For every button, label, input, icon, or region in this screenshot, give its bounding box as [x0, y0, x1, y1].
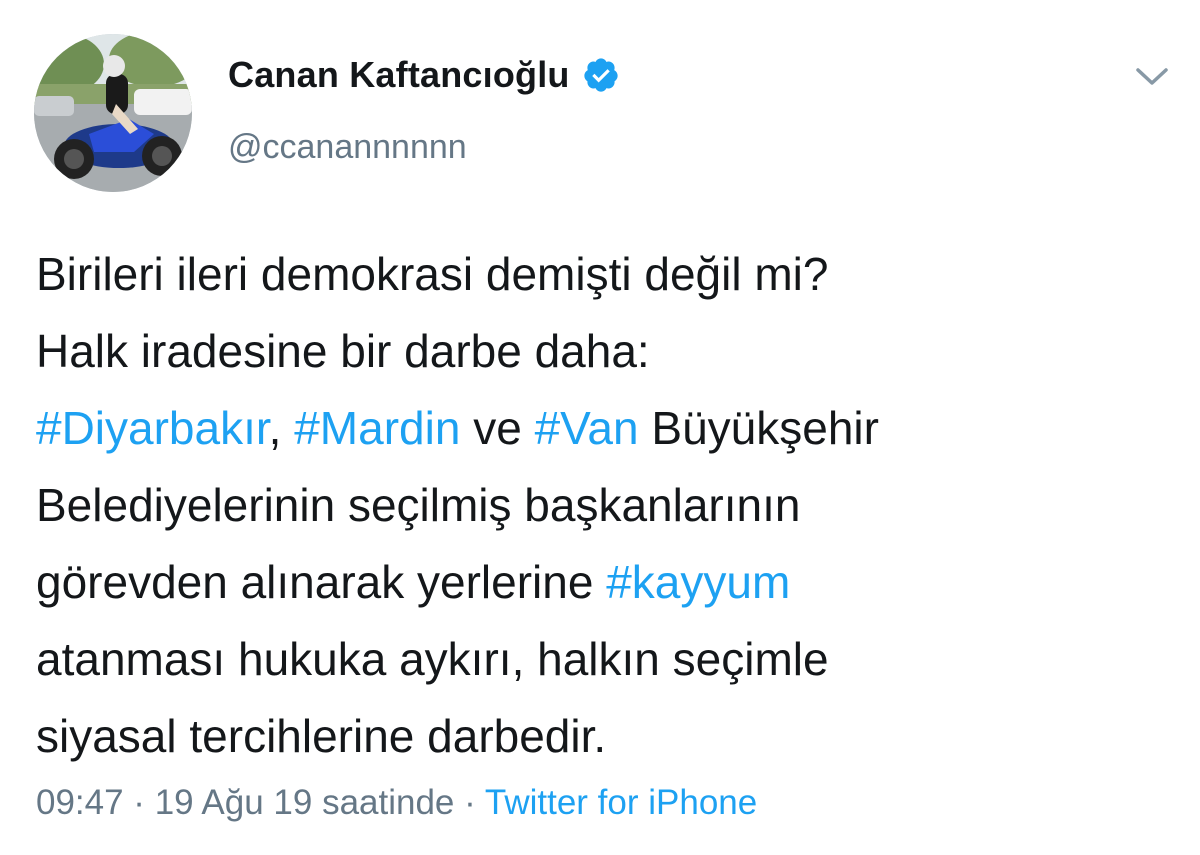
text-segment: Belediyelerinin seçilmiş başkanlarının [36, 479, 801, 531]
hashtag-van[interactable]: #Van [535, 402, 639, 454]
text-segment: , [268, 402, 295, 454]
tweet-line: görevden alınarak yerlerine #kayyum [36, 544, 1176, 621]
hashtag-kayyum[interactable]: #kayyum [606, 556, 790, 608]
hashtag-diyarbakir[interactable]: #Diyarbakır [36, 402, 269, 454]
text-segment: ve [460, 402, 535, 454]
tweet-line: Birileri ileri demokrasi demişti değil m… [36, 236, 1176, 313]
hashtag-mardin[interactable]: #Mardin [294, 402, 460, 454]
tweet-line: #Diyarbakır, #Mardin ve #Van Büyükşehir [36, 390, 1176, 467]
tweet-line: Belediyelerinin seçilmiş başkanlarının [36, 467, 1176, 544]
author-handle[interactable]: @ccanannnnnn [228, 128, 467, 167]
tweet-line: atanması hukuka aykırı, halkın seçimle [36, 621, 1176, 698]
tweet-source-link[interactable]: Twitter for iPhone [485, 783, 757, 822]
tweet-meta: 09:47 · 19 Ağu 19 saatinde · Twitter for… [36, 783, 757, 823]
text-segment: görevden alınarak yerlerine [36, 556, 607, 608]
text-segment: Büyükşehir [638, 402, 879, 454]
tweet-card: Canan Kaftancıoğlu @ccanannnnnn Birileri… [0, 0, 1200, 855]
avatar[interactable] [34, 34, 192, 192]
text-segment: Halk iradesine bir darbe daha: [36, 325, 650, 377]
text-segment: Birileri ileri demokrasi demişti değil m… [36, 248, 829, 300]
text-segment: atanması hukuka aykırı, halkın seçimle [36, 633, 829, 685]
tweet-timestamp[interactable]: 09:47 · 19 Ağu 19 saatinde · [36, 783, 485, 822]
tweet-text: Birileri ileri demokrasi demişti değil m… [36, 236, 1176, 775]
chevron-down-icon[interactable] [1134, 62, 1170, 90]
verified-badge-icon [582, 56, 620, 94]
tweet-line: siyasal tercihlerine darbedir. [36, 698, 1176, 775]
display-name-text: Canan Kaftancıoğlu [228, 54, 570, 95]
avatar-image [34, 34, 192, 192]
tweet-line: Halk iradesine bir darbe daha: [36, 313, 1176, 390]
text-segment: siyasal tercihlerine darbedir. [36, 710, 607, 762]
author-display-name[interactable]: Canan Kaftancıoğlu [228, 54, 620, 96]
